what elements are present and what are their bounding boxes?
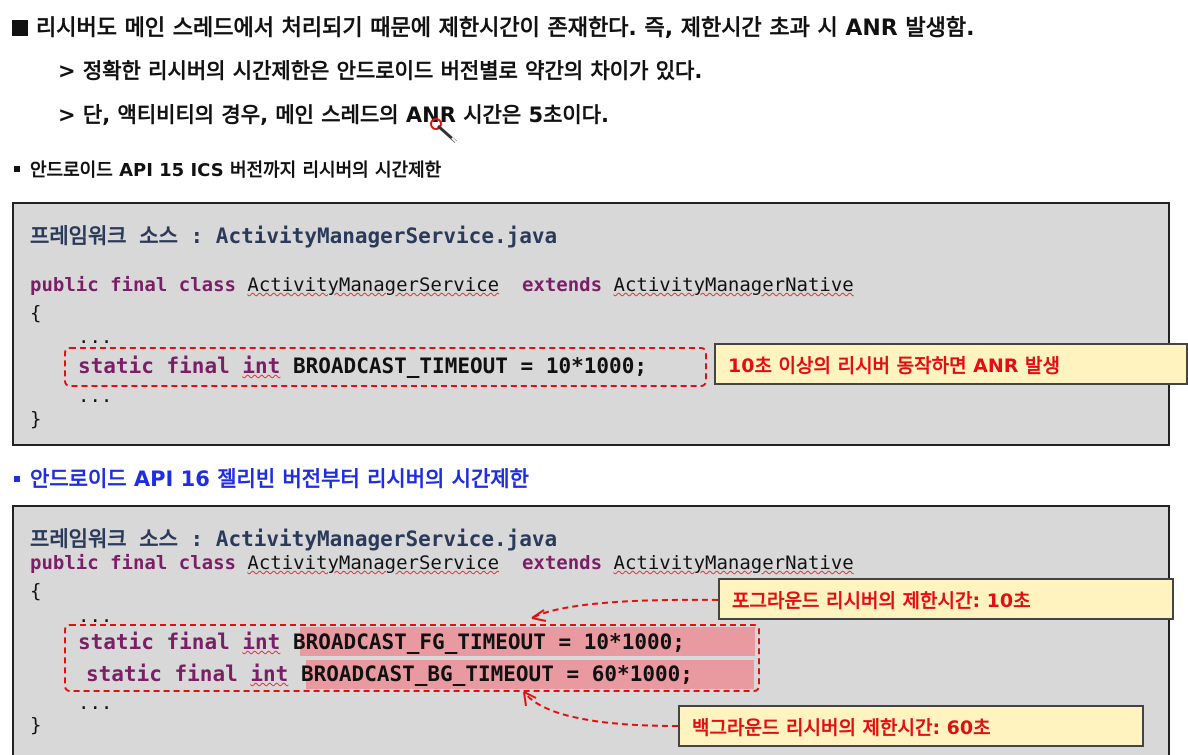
kw-extends: extends xyxy=(521,274,603,296)
kw-final: final xyxy=(166,354,230,378)
kw-static: static xyxy=(78,630,154,654)
ellipsis-1b: ... xyxy=(78,385,113,407)
class-name: ActivityManagerService xyxy=(247,274,500,296)
broadcast-timeout-decl: BROADCAST_TIMEOUT = 10*1000; xyxy=(292,354,647,378)
kw-final: final xyxy=(174,662,238,686)
note-fg-10s: 포그라운드 리시버의 제한시간: 10초 xyxy=(718,578,1174,620)
class-declaration-1: public final class ActivityManagerServic… xyxy=(30,274,854,296)
timeout-line: static final int BROADCAST_TIMEOUT = 10*… xyxy=(78,354,647,378)
source-label-1: 프레임워크 소스 : ActivityManagerService.java xyxy=(30,224,558,248)
kw-final: final xyxy=(110,552,168,574)
kw-static: static xyxy=(78,354,154,378)
kw-int: int xyxy=(242,630,281,654)
section-1-heading-text: 안드로이드 API 15 ICS 버전까지 리시버의 시간제한 xyxy=(30,160,442,181)
kw-class: class xyxy=(178,552,236,574)
kw-public: public xyxy=(30,274,99,296)
kw-int: int xyxy=(250,662,289,686)
class-name: ActivityManagerService xyxy=(247,552,500,574)
kw-static: static xyxy=(86,662,162,686)
section-1-heading: 안드로이드 API 15 ICS 버전까지 리시버의 시간제한 xyxy=(14,156,441,182)
section-2-heading: 안드로이드 API 16 젤리빈 버전부터 리시버의 시간제한 xyxy=(14,463,529,493)
parent-class: ActivityManagerNative xyxy=(613,552,854,574)
kw-int: int xyxy=(242,354,281,378)
source-label-2: 프레임워크 소스 : ActivityManagerService.java xyxy=(30,527,558,551)
ellipsis-2b: ... xyxy=(78,692,113,714)
class-declaration-2: public final class ActivityManagerServic… xyxy=(30,552,854,574)
square-bullet-icon xyxy=(12,20,28,36)
bullet-icon xyxy=(14,476,20,482)
header-line-2: > 정확한 리시버의 시간제한은 안드로이드 버전별로 약간의 차이가 있다. xyxy=(58,59,703,83)
note-bg-60s: 백그라운드 리시버의 제한시간: 60초 xyxy=(678,705,1144,747)
section-2-heading-text: 안드로이드 API 16 젤리빈 버전부터 리시버의 시간제한 xyxy=(30,467,529,491)
header-line-1-text: 리시버도 메인 스레드에서 처리되기 때문에 제한시간이 존재한다. 즉, 제한… xyxy=(36,16,975,41)
bullet-icon xyxy=(14,166,20,172)
note-anr-10s: 10초 이상의 리시버 동작하면 ANR 발생 xyxy=(714,343,1188,385)
close-brace-2: } xyxy=(30,714,42,736)
open-brace-1: { xyxy=(30,302,42,324)
parent-class: ActivityManagerNative xyxy=(613,274,854,296)
header-line-1: 리시버도 메인 스레드에서 처리되기 때문에 제한시간이 존재한다. 즉, 제한… xyxy=(12,10,974,42)
mouse-pointer-icon xyxy=(430,118,459,145)
kw-final: final xyxy=(166,630,230,654)
close-brace-1: } xyxy=(30,408,42,430)
open-brace-2: { xyxy=(30,580,42,602)
kw-public: public xyxy=(30,552,99,574)
kw-class: class xyxy=(178,274,236,296)
header-line-3: > 단, 액티비티의 경우, 메인 스레드의 ANR 시간은 5초이다. xyxy=(58,103,610,127)
ellipsis-1a: ... xyxy=(78,326,113,348)
kw-final: final xyxy=(110,274,168,296)
kw-extends: extends xyxy=(521,552,603,574)
